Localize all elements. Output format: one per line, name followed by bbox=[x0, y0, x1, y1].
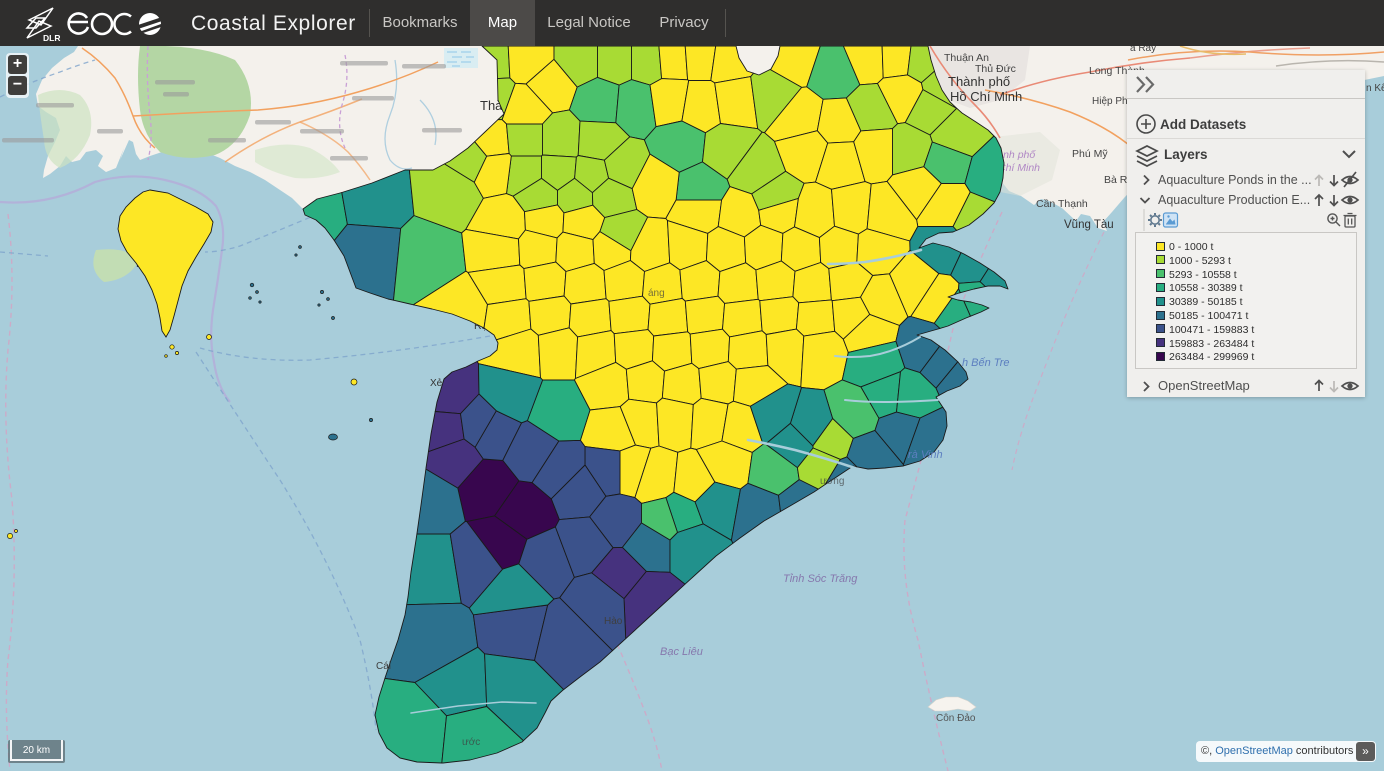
svg-text:Cái: Cái bbox=[376, 661, 391, 672]
svg-text:Phú Mỹ: Phú Mỹ bbox=[1072, 148, 1108, 160]
svg-text:áng: áng bbox=[648, 288, 665, 299]
svg-text:Hồ Chí Minh: Hồ Chí Minh bbox=[950, 89, 1022, 104]
svg-text:rà Vinh: rà Vinh bbox=[908, 449, 943, 461]
svg-text:Thành phố: Thành phố bbox=[948, 74, 1010, 89]
svg-text:Cần Thạnh: Cần Thạnh bbox=[1036, 198, 1088, 210]
svg-text:DLR: DLR bbox=[43, 33, 60, 43]
svg-text:ước: ước bbox=[462, 737, 480, 748]
svg-text:ương: ương bbox=[820, 476, 844, 487]
svg-text:Hào: Hào bbox=[604, 616, 623, 627]
svg-text:Tỉnh Sóc Trăng: Tỉnh Sóc Trăng bbox=[783, 573, 858, 585]
svg-text:Xẻ: Xẻ bbox=[430, 378, 443, 389]
svg-text:n Kê: n Kê bbox=[1366, 83, 1384, 94]
svg-text:h Bến Tre: h Bến Tre bbox=[962, 357, 1010, 369]
svg-text:Bà R: Bà R bbox=[1104, 174, 1128, 186]
svg-text:Côn Đảo: Côn Đảo bbox=[936, 713, 976, 724]
svg-text:Bạc Liêu: Bạc Liêu bbox=[660, 646, 703, 658]
svg-text:Vũng Tàu: Vũng Tàu bbox=[1064, 219, 1114, 231]
